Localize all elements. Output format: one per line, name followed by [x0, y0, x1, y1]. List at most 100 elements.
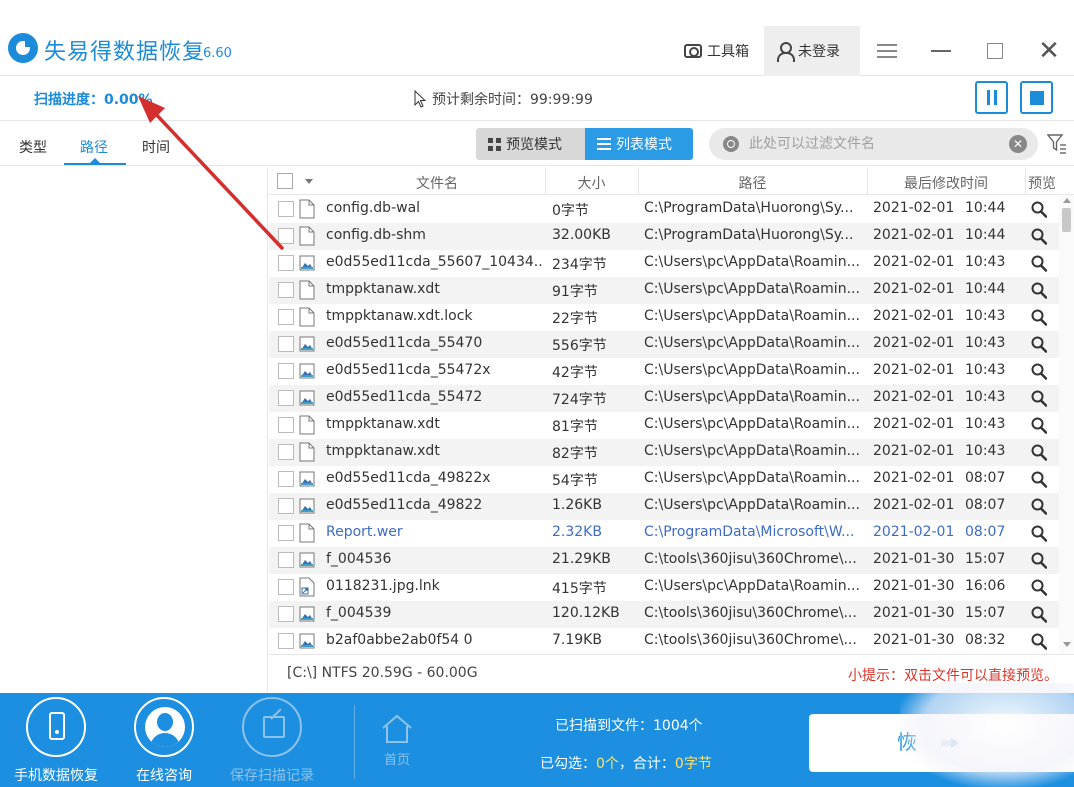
close-icon[interactable]: ✕ — [1034, 36, 1064, 66]
scrollbar-thumb[interactable] — [1062, 208, 1071, 232]
table-row[interactable]: tmppktanaw.xdt 91字节 C:\Users\pc\AppData\Ro… — [269, 277, 1059, 304]
phone-recovery-button[interactable]: 手机数据恢复 — [11, 697, 101, 785]
save-scan-record-button[interactable]: 保存扫描记录 — [227, 697, 317, 785]
row-checkbox[interactable] — [278, 606, 294, 622]
preview-magnifier-icon[interactable] — [1031, 552, 1047, 569]
row-checkbox[interactable] — [278, 525, 294, 541]
row-checkbox[interactable] — [278, 255, 294, 271]
minimize-icon[interactable] — [926, 36, 956, 66]
column-header-modified[interactable]: 最后修改时间 — [867, 173, 1025, 193]
modified-time: 15:07 — [965, 605, 1006, 621]
row-checkbox[interactable] — [278, 201, 294, 217]
clear-icon[interactable]: ✕ — [1009, 135, 1027, 153]
table-row[interactable]: f_004539 120.12KB C:\tools\360jisu\360Chro… — [269, 601, 1059, 628]
table-row[interactable]: e0d55ed11cda_49822x 54字节 C:\Users\pc\AppDa… — [269, 466, 1059, 493]
row-checkbox[interactable] — [278, 363, 294, 379]
chevron-down-icon[interactable] — [305, 179, 313, 184]
row-checkbox[interactable] — [278, 444, 294, 460]
disk-info: [C:\] NTFS 20.59G - 60.00G — [287, 665, 478, 681]
file-size: 0字节 — [552, 203, 589, 219]
preview-magnifier-icon[interactable] — [1031, 579, 1047, 596]
preview-magnifier-icon[interactable] — [1031, 255, 1047, 272]
preview-magnifier-icon[interactable] — [1031, 363, 1047, 380]
preview-magnifier-icon[interactable] — [1031, 633, 1047, 650]
file-path: C:\Users\pc\AppData\Roamin... — [644, 362, 860, 378]
table-row[interactable]: f_004536 21.29KB C:\tools\360jisu\360Chrom… — [269, 547, 1059, 574]
table-row[interactable]: tmppktanaw.xdt.lock 22字节 C:\Users\pc\AppDa… — [269, 304, 1059, 331]
modified-date: 2021-01-30 — [873, 551, 955, 567]
preview-magnifier-icon[interactable] — [1031, 336, 1047, 353]
preview-magnifier-icon[interactable] — [1031, 201, 1047, 218]
vertical-scrollbar[interactable] — [1059, 196, 1074, 653]
table-row[interactable]: 0118231.jpg.lnk 415字节 C:\Users\pc\AppData\… — [269, 574, 1059, 601]
search-icon — [723, 136, 739, 152]
row-checkbox[interactable] — [278, 309, 294, 325]
scroll-down-icon[interactable] — [1063, 642, 1071, 647]
file-path: C:\Users\pc\AppData\Roamin... — [644, 497, 860, 513]
preview-magnifier-icon[interactable] — [1031, 228, 1047, 245]
image-file-icon — [299, 253, 315, 273]
home-button[interactable]: 首页 — [372, 713, 422, 768]
modified-date: 2021-02-01 — [873, 200, 955, 216]
row-checkbox[interactable] — [278, 471, 294, 487]
table-row[interactable]: tmppktanaw.xdt 82字节 C:\Users\pc\AppData\Ro… — [269, 439, 1059, 466]
column-header-path[interactable]: 路径 — [638, 173, 867, 193]
table-row[interactable]: e0d55ed11cda_49822 1.26KB C:\Users\pc\AppD… — [269, 493, 1059, 520]
column-header-size[interactable]: 大小 — [545, 173, 638, 193]
tab-time[interactable]: 时间 — [142, 137, 170, 157]
tab-type[interactable]: 类型 — [19, 137, 47, 157]
table-row[interactable]: tmppktanaw.xdt 81字节 C:\Users\pc\AppData\Ro… — [269, 412, 1059, 439]
preview-magnifier-icon[interactable] — [1031, 417, 1047, 434]
preview-mode-button[interactable]: 预览模式 — [476, 128, 585, 160]
toolbox-label: 工具箱 — [707, 44, 749, 60]
table-row[interactable]: e0d55ed11cda_55472x 42字节 C:\Users\pc\AppDa… — [269, 358, 1059, 385]
row-checkbox[interactable] — [278, 552, 294, 568]
menu-icon[interactable] — [872, 36, 902, 66]
file-name: f_004536 — [326, 551, 392, 567]
online-consult-button[interactable]: 在线咨询 — [119, 697, 209, 785]
table-row[interactable]: e0d55ed11cda_55470 556字节 C:\Users\pc\AppDa… — [269, 331, 1059, 358]
toolbox-button[interactable]: 工具箱 — [684, 26, 749, 76]
table-row[interactable]: config.db-wal 0字节 C:\ProgramData\Huorong\S… — [269, 196, 1059, 223]
preview-magnifier-icon[interactable] — [1031, 498, 1047, 515]
recover-button[interactable]: 恢 — [809, 714, 1074, 772]
file-icon — [299, 415, 315, 435]
path-tree-pane[interactable] — [0, 167, 268, 693]
preview-magnifier-icon[interactable] — [1031, 390, 1047, 407]
modified-date: 2021-01-30 — [873, 632, 955, 648]
column-header-name[interactable]: 文件名 — [329, 173, 545, 193]
recover-label: 恢 — [897, 730, 917, 754]
preview-magnifier-icon[interactable] — [1031, 282, 1047, 299]
filter-input[interactable] — [749, 134, 999, 154]
stop-button[interactable] — [1020, 81, 1053, 114]
preview-magnifier-icon[interactable] — [1031, 309, 1047, 326]
row-checkbox[interactable] — [278, 336, 294, 352]
login-button[interactable]: 未登录 — [764, 26, 860, 76]
tab-path[interactable]: 路径 — [80, 137, 108, 157]
file-size: 42字节 — [552, 365, 598, 381]
maximize-icon[interactable] — [980, 36, 1010, 66]
table-row[interactable]: config.db-shm 32.00KB C:\ProgramData\Huoro… — [269, 223, 1059, 250]
file-size: 2.32KB — [552, 524, 602, 540]
modified-time: 08:07 — [965, 497, 1006, 513]
filter-funnel-icon[interactable] — [1047, 133, 1067, 155]
row-checkbox[interactable] — [278, 417, 294, 433]
preview-magnifier-icon[interactable] — [1031, 525, 1047, 542]
row-checkbox[interactable] — [278, 282, 294, 298]
row-checkbox[interactable] — [278, 633, 294, 649]
preview-magnifier-icon[interactable] — [1031, 444, 1047, 461]
row-checkbox[interactable] — [278, 579, 294, 595]
scroll-up-icon[interactable] — [1063, 198, 1071, 203]
select-all-checkbox[interactable] — [277, 173, 293, 189]
table-row[interactable]: e0d55ed11cda_55472 724字节 C:\Users\pc\AppDa… — [269, 385, 1059, 412]
table-row[interactable]: e0d55ed11cda_55607_10434... 234字节 C:\Users… — [269, 250, 1059, 277]
row-checkbox[interactable] — [278, 498, 294, 514]
list-mode-button[interactable]: 列表模式 — [585, 128, 693, 160]
table-row[interactable]: Report.wer 2.32KB C:\ProgramData\Microsoft… — [269, 520, 1059, 547]
table-row[interactable]: b2af0abbe2ab0f54 0 7.19KB C:\tools\360jisu… — [269, 628, 1059, 653]
preview-magnifier-icon[interactable] — [1031, 606, 1047, 623]
row-checkbox[interactable] — [278, 228, 294, 244]
pause-button[interactable] — [975, 81, 1008, 114]
preview-magnifier-icon[interactable] — [1031, 471, 1047, 488]
row-checkbox[interactable] — [278, 390, 294, 406]
